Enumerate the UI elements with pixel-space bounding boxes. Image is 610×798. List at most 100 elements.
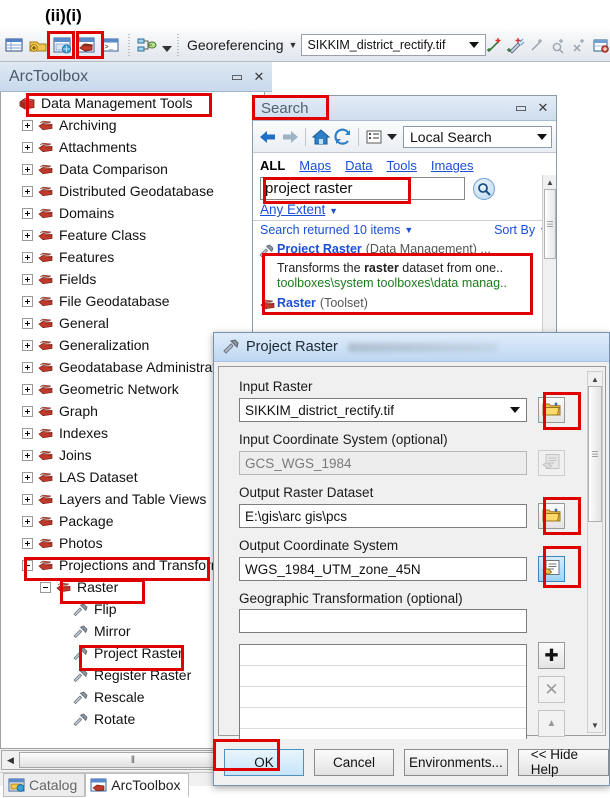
expand-icon[interactable] (22, 295, 33, 307)
zoom-link-icon[interactable] (549, 34, 568, 56)
collapse-icon[interactable] (40, 581, 51, 593)
list-view-icon[interactable] (363, 126, 385, 148)
ok-button[interactable]: OK (224, 748, 304, 776)
refresh-icon[interactable] (332, 126, 354, 148)
tree-node[interactable]: Data Management Tools (1, 92, 264, 114)
expand-icon[interactable] (22, 339, 33, 351)
tree-node[interactable]: Distributed Geodatabase (1, 180, 264, 202)
expand-icon[interactable] (22, 251, 33, 263)
expand-icon[interactable] (22, 207, 33, 219)
tree-node[interactable]: Feature Class (1, 224, 264, 246)
arccatalog-icon[interactable] (51, 34, 73, 56)
expand-icon[interactable] (22, 361, 33, 373)
field-input[interactable]: E:\gis\arc gis\pcs (239, 504, 527, 528)
scrollbar-thumb[interactable]: ☰ (588, 386, 602, 522)
scroll-up-icon[interactable]: ▲ (543, 175, 557, 189)
tree-node[interactable]: General (1, 312, 264, 334)
expand-icon[interactable] (22, 163, 33, 175)
field-input[interactable]: GCS_WGS_1984 (239, 451, 527, 475)
expand-icon[interactable] (22, 317, 33, 329)
field-input[interactable] (239, 609, 527, 633)
search-input[interactable]: project raster (260, 177, 465, 200)
tree-node[interactable]: File Geodatabase (1, 290, 264, 312)
coordinate-system-button[interactable] (538, 556, 565, 582)
tree-node[interactable]: Domains (1, 202, 264, 224)
expand-icon[interactable] (22, 515, 33, 527)
dock-tab-catalog[interactable]: Catalog (3, 773, 86, 797)
arctoolbox-icon[interactable] (75, 34, 97, 56)
command-line-icon[interactable]: >_ (99, 34, 121, 56)
model-builder-icon[interactable] (136, 34, 158, 56)
expand-icon[interactable] (22, 427, 33, 439)
view-link-table-icon[interactable] (528, 34, 547, 56)
any-extent-link[interactable]: Any Extent (260, 202, 325, 217)
scroll-left-icon[interactable]: ◀ (2, 755, 19, 766)
magnifier-icon[interactable] (473, 177, 495, 200)
search-result-item[interactable]: Raster (Toolset) (253, 293, 556, 317)
expand-icon[interactable] (22, 185, 33, 197)
view-chevron-down-icon[interactable] (385, 126, 399, 148)
results-count-chevron-icon[interactable]: ▼ (404, 225, 413, 235)
field-input[interactable]: SIKKIM_district_rectify.tif (239, 398, 527, 422)
coordinate-system-button[interactable] (538, 450, 565, 476)
expand-icon[interactable] (22, 493, 33, 505)
update-georeferencing-icon[interactable] (591, 34, 610, 56)
chevron-down-icon[interactable] (510, 407, 520, 413)
field-input[interactable]: WGS_1984_UTM_zone_45N (239, 557, 527, 581)
add-control-points-icon[interactable] (486, 34, 505, 56)
tree-node[interactable]: Fields (1, 268, 264, 290)
search-tab-all[interactable]: ALL (260, 158, 285, 173)
attribute-table-icon[interactable] (3, 34, 25, 56)
add-data-icon[interactable] (27, 34, 49, 56)
toolbar-overflow-button[interactable] (161, 34, 172, 56)
search-restore-icon[interactable]: ▭ (512, 99, 530, 117)
search-results-scrollbar[interactable]: ▲ ☰ (542, 175, 556, 338)
search-results-list[interactable]: Project Raster (Data Management) ... Trans… (253, 239, 556, 317)
expand-icon[interactable] (22, 383, 33, 395)
expand-icon[interactable] (22, 405, 33, 417)
search-close-icon[interactable]: ✕ (534, 99, 552, 117)
remove-transformation-button[interactable]: ✕ (538, 676, 565, 703)
arctoolbox-close-icon[interactable]: ✕ (250, 68, 268, 86)
collapse-icon[interactable] (22, 559, 33, 571)
cancel-button[interactable]: Cancel (314, 748, 394, 776)
search-tab-maps[interactable]: Maps (299, 158, 331, 173)
add-transformation-button[interactable]: ✚ (538, 642, 565, 669)
forward-icon[interactable] (279, 126, 301, 148)
delete-link-icon[interactable] (570, 34, 589, 56)
expand-icon[interactable] (22, 119, 33, 131)
tree-node[interactable]: Attachments (1, 136, 264, 158)
scrollbar-thumb[interactable]: ☰ (544, 189, 556, 259)
hide-help-button[interactable]: << Hide Help (517, 747, 609, 777)
tree-node[interactable]: Features (1, 246, 264, 268)
search-tab-images[interactable]: Images (431, 158, 474, 173)
environments-button[interactable]: Environments... (404, 748, 508, 776)
dialog-scrollbar[interactable]: ▲ ☰ ▼ (587, 371, 603, 733)
tree-node[interactable]: Archiving (1, 114, 264, 136)
expand-icon[interactable] (22, 449, 33, 461)
layer-combo[interactable]: SIKKIM_district_rectify.tif (301, 33, 487, 56)
scroll-up-icon[interactable]: ▲ (588, 372, 602, 386)
dock-tab-arctoolbox[interactable]: ArcToolbox (85, 773, 189, 797)
expand-icon[interactable] (22, 537, 33, 549)
extent-chevron-down-icon[interactable]: ▼ (329, 206, 338, 216)
search-result-item[interactable]: Project Raster (Data Management) ... Trans… (253, 239, 556, 293)
expand-icon[interactable] (22, 229, 33, 241)
georeferencing-caret-icon[interactable]: ▼ (289, 40, 298, 50)
sort-by-label[interactable]: Sort By (494, 223, 535, 237)
tree-node[interactable]: Data Comparison (1, 158, 264, 180)
transformation-list[interactable] (239, 644, 527, 748)
expand-icon[interactable] (22, 141, 33, 153)
home-icon[interactable] (310, 126, 332, 148)
search-tab-tools[interactable]: Tools (387, 158, 417, 173)
expand-icon[interactable] (22, 471, 33, 483)
search-scope-combo[interactable]: Local Search (403, 125, 552, 148)
back-icon[interactable] (257, 126, 279, 148)
scroll-down-icon[interactable]: ▼ (588, 718, 602, 732)
browse-button[interactable] (538, 397, 565, 423)
browse-button[interactable] (538, 503, 565, 529)
arctoolbox-restore-icon[interactable]: ▭ (228, 68, 246, 86)
expand-icon[interactable] (22, 273, 33, 285)
search-tab-data[interactable]: Data (345, 158, 372, 173)
auto-register-icon[interactable] (507, 34, 526, 56)
